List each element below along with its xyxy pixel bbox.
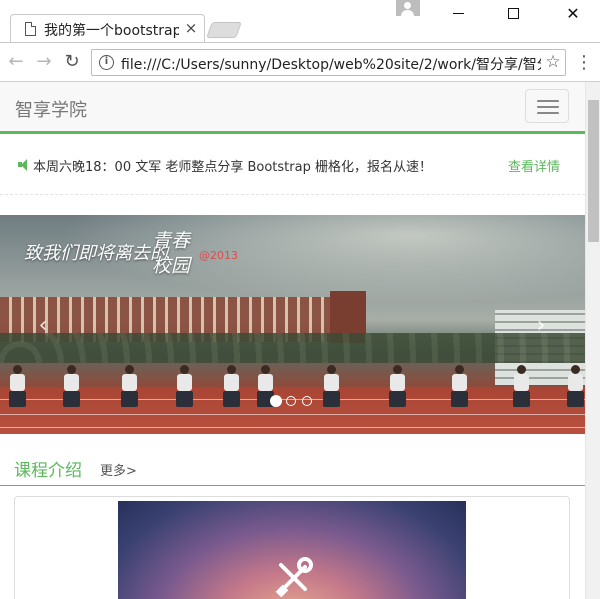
runner-body [64, 374, 79, 391]
tab-title: 我的第一个bootstrap [44, 23, 179, 38]
course-card[interactable] [14, 496, 570, 599]
scrollbar-thumb[interactable] [588, 100, 599, 242]
course-card-image [118, 501, 466, 599]
runner-legs [513, 391, 530, 407]
carousel-trees [0, 333, 585, 363]
runner-legs [9, 391, 26, 407]
runner-head [13, 365, 22, 374]
close-window-button[interactable]: ✕ [550, 0, 596, 28]
carousel-runner-figure [120, 365, 138, 407]
hero-carousel: 致我们即将离去的 青春 校园 @2013 ‹ › [0, 215, 585, 434]
carousel-prev-button[interactable]: ‹ [33, 314, 53, 338]
maximize-icon [508, 8, 519, 19]
runner-body [224, 374, 239, 391]
maximize-button[interactable] [490, 0, 536, 28]
section-header: 课程介绍 更多> [0, 456, 585, 486]
browser-tab[interactable]: 我的第一个bootstrap × [10, 14, 205, 42]
document-icon [25, 22, 36, 36]
runner-head [67, 365, 76, 374]
runner-legs [323, 391, 340, 407]
profile-icon[interactable] [396, 0, 420, 16]
runner-legs [567, 391, 584, 407]
hamburger-line [537, 106, 559, 108]
minimize-icon [453, 13, 464, 14]
runner-body [258, 374, 273, 391]
address-bar[interactable]: i file:///C:/Users/sunny/Desktop/web%20s… [91, 49, 566, 76]
carousel-runner-figure [512, 365, 530, 407]
runner-body [324, 374, 339, 391]
browser-titlebar: 我的第一个bootstrap × ✕ [0, 0, 600, 42]
runner-legs [121, 391, 138, 407]
track-lane [0, 427, 585, 428]
runner-legs [223, 391, 240, 407]
runner-head [327, 365, 336, 374]
back-button[interactable]: ← [4, 50, 28, 74]
tools-icon [275, 557, 313, 598]
runner-body [122, 374, 137, 391]
navbar-toggle-button[interactable] [525, 89, 569, 123]
carousel-indicator-dot[interactable] [302, 396, 312, 406]
runner-body [568, 374, 583, 391]
runner-legs [389, 391, 406, 407]
url-text[interactable]: file:///C:/Users/sunny/Desktop/web%20sit… [121, 54, 541, 72]
speaker-icon [18, 159, 30, 171]
page-scrollbar[interactable] [585, 82, 600, 599]
runner-legs [451, 391, 468, 407]
new-tab-button[interactable] [206, 22, 242, 38]
runner-head [517, 365, 526, 374]
runner-body [10, 374, 25, 391]
runner-head [227, 365, 236, 374]
runner-head [125, 365, 134, 374]
browser-toolbar: ← → ↻ i file:///C:/Users/sunny/Desktop/w… [0, 42, 600, 82]
track-lane [0, 414, 585, 415]
carousel-runner-figure [388, 365, 406, 407]
runner-head [571, 365, 580, 374]
carousel-runner-figure [62, 365, 80, 407]
carousel-runner-figure [450, 365, 468, 407]
runner-head [393, 365, 402, 374]
tab-close-button[interactable]: × [183, 18, 199, 38]
notice-bar: 本周六晚18：00 文军 老师整点分享 Bootstrap 栅格化，报名从速！ … [0, 137, 585, 195]
runner-head [455, 365, 464, 374]
hamburger-line [537, 100, 559, 102]
carousel-runner-figure [322, 365, 340, 407]
carousel-indicator-dot[interactable] [286, 396, 296, 406]
section-more-link[interactable]: 更多> [100, 460, 150, 479]
minimize-button[interactable] [436, 0, 482, 28]
notice-text: 本周六晚18：00 文军 老师整点分享 Bootstrap 栅格化，报名从速！ [33, 160, 432, 175]
runner-head [261, 365, 270, 374]
notice-details-link[interactable]: 查看详情 [508, 156, 568, 175]
reload-button[interactable]: ↻ [60, 50, 84, 74]
carousel-slogan: 致我们即将离去的 [24, 243, 168, 264]
site-navbar: 智享学院 [0, 82, 585, 134]
carousel-runner-figure [222, 365, 240, 407]
runner-body [514, 374, 529, 391]
runner-head [180, 365, 189, 374]
browser-menu-button[interactable]: ⋮ [574, 51, 594, 75]
runner-legs [176, 391, 193, 407]
runner-body [452, 374, 467, 391]
section-title: 课程介绍 [14, 461, 82, 481]
info-icon[interactable]: i [99, 55, 114, 70]
bookmark-star-icon[interactable]: ☆ [544, 52, 562, 72]
carousel-track [0, 387, 585, 434]
carousel-next-button[interactable]: › [531, 314, 551, 338]
carousel-runner-figure [8, 365, 26, 407]
carousel-slogan-year: @2013 [199, 249, 238, 262]
runner-body [177, 374, 192, 391]
runner-body [390, 374, 405, 391]
carousel-indicator-dot[interactable] [270, 395, 282, 407]
carousel-runner-figure [566, 365, 584, 407]
runner-legs [63, 391, 80, 407]
carousel-runner-figure [175, 365, 193, 407]
page-viewport: 智享学院 本周六晚18：00 文军 老师整点分享 Bootstrap 栅格化，报… [0, 82, 600, 599]
site-brand[interactable]: 智享学院 [15, 96, 135, 121]
forward-button[interactable]: → [32, 50, 56, 74]
hamburger-line [537, 112, 559, 114]
